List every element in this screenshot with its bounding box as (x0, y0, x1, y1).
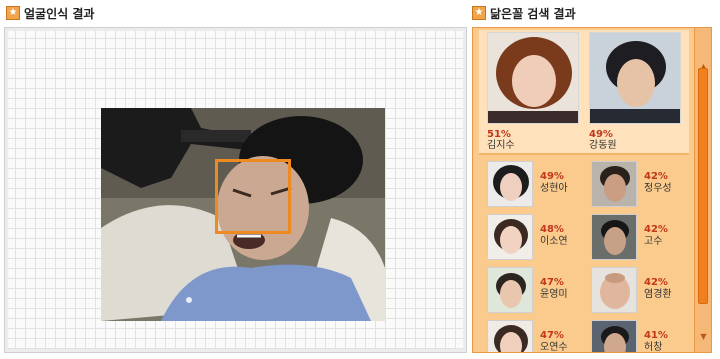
match-card[interactable]: 42% 염경환 (583, 265, 687, 315)
celebrity-photo[interactable] (591, 267, 637, 313)
match-percent: 49% (589, 129, 613, 140)
face-recognition-header: ★ 얼굴인식 결과 (6, 4, 94, 22)
match-row: 47% 오연수 41% 허창 (479, 318, 689, 352)
scrollbar-thumb[interactable] (698, 68, 708, 304)
celebrity-name[interactable]: 정우성 (644, 183, 672, 195)
match-percent: 49% (540, 171, 564, 182)
celebrity-photo[interactable] (487, 161, 533, 207)
match-card[interactable]: 48% 이소연 (479, 212, 583, 262)
match-card[interactable]: 42% 고수 (583, 212, 687, 262)
top-match-card[interactable]: 49% 강동원 (589, 32, 683, 152)
celebrity-name[interactable]: 윤영미 (540, 289, 568, 301)
match-card[interactable]: 47% 윤영미 (479, 265, 583, 315)
analyzed-photo (101, 108, 385, 321)
match-card[interactable]: 41% 허창 (583, 318, 687, 352)
match-row: 47% 윤영미 42% 염경환 (479, 265, 689, 317)
match-row: 48% 이소연 42% 고수 (479, 212, 689, 264)
celebrity-name[interactable]: 염경환 (644, 289, 672, 301)
celebrity-name[interactable]: 강동원 (589, 140, 683, 152)
celebrity-photo[interactable] (591, 320, 637, 352)
celebrity-photo[interactable] (589, 32, 681, 124)
face-recognition-panel (4, 27, 467, 353)
match-percent: 41% (644, 330, 668, 341)
match-list: 49% 성현아 42% 정우성 48% 이소연 42% 고수 47% 윤영미 4… (479, 159, 689, 352)
celebrity-photo[interactable] (487, 32, 579, 124)
lookalike-search-header: ★ 닮은꼴 검색 결과 (472, 4, 576, 22)
celebrity-name[interactable]: 성현아 (540, 183, 568, 195)
celebrity-name[interactable]: 고수 (644, 236, 662, 248)
celebrity-photo[interactable] (591, 161, 637, 207)
celebrity-photo[interactable] (487, 214, 533, 260)
top-matches: 51% 김지수 49% 강동원 (479, 30, 689, 155)
match-percent: 42% (644, 224, 668, 235)
celebrity-photo[interactable] (591, 214, 637, 260)
match-percent: 47% (540, 277, 564, 288)
match-percent: 42% (644, 171, 668, 182)
match-card[interactable]: 49% 성현아 (479, 159, 583, 209)
celebrity-name[interactable]: 허창 (644, 342, 662, 352)
celebrity-name[interactable]: 김지수 (487, 140, 581, 152)
match-percent: 42% (644, 277, 668, 288)
face-recognition-title: 얼굴인식 결과 (24, 6, 95, 21)
match-card[interactable]: 47% 오연수 (479, 318, 583, 352)
detected-face-box (215, 159, 291, 234)
celebrity-name[interactable]: 오연수 (540, 342, 568, 352)
results-scrollbar[interactable]: ▲ ▼ (694, 28, 711, 352)
match-row: 49% 성현아 42% 정우성 (479, 159, 689, 211)
match-percent: 47% (540, 330, 564, 341)
star-icon: ★ (6, 6, 20, 20)
celebrity-photo[interactable] (487, 320, 533, 352)
lookalike-results-panel: 51% 김지수 49% 강동원 49% 성현아 42% 정우성 48% 이소연 … (472, 27, 712, 353)
scroll-down-arrow-icon[interactable]: ▼ (697, 330, 710, 343)
lookalike-search-title: 닮은꼴 검색 결과 (490, 6, 576, 21)
celebrity-name[interactable]: 이소연 (540, 236, 568, 248)
match-card[interactable]: 42% 정우성 (583, 159, 687, 209)
match-percent: 48% (540, 224, 564, 235)
celebrity-photo[interactable] (487, 267, 533, 313)
top-match-card[interactable]: 51% 김지수 (487, 32, 581, 152)
match-percent: 51% (487, 129, 511, 140)
star-icon: ★ (472, 6, 486, 20)
